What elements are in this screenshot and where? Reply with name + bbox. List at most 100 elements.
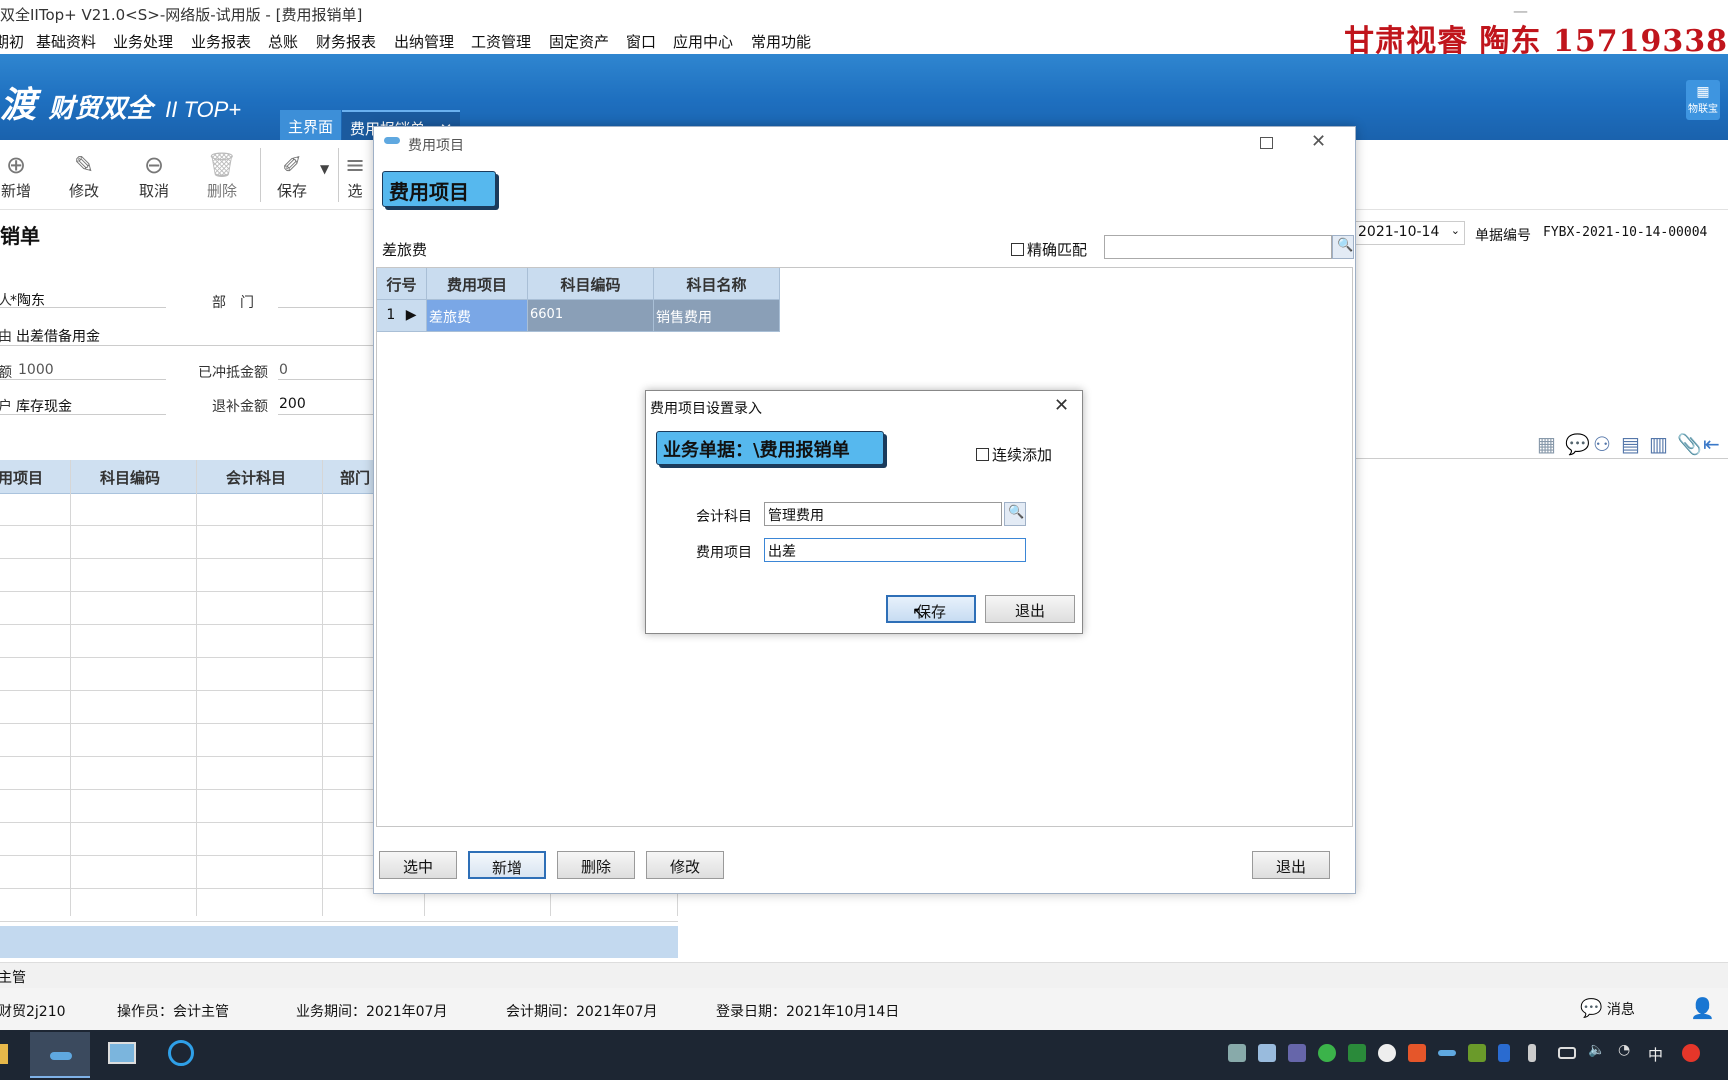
field-underline <box>278 414 373 415</box>
search-icon: 🔍 <box>1337 238 1354 253</box>
add-item-button[interactable]: 新增 <box>468 851 546 879</box>
item-input[interactable]: 出差 <box>764 538 1026 562</box>
toolbar-separator <box>338 148 339 202</box>
delete-label: 删除 <box>206 182 237 200</box>
menu-item-basic-data[interactable]: 基础资料 <box>36 31 96 52</box>
message-label: 消息 <box>1606 1002 1635 1018</box>
menu-item-fixed-assets[interactable]: 固定资产 <box>549 31 609 52</box>
menu-item-common[interactable]: 常用功能 <box>751 31 811 52</box>
table-row[interactable] <box>0 890 678 922</box>
menu-item-payroll[interactable]: 工资管理 <box>471 31 531 52</box>
iot-button[interactable]: ▦ 物联宝 <box>1686 80 1720 120</box>
qq-icon[interactable] <box>1378 1044 1396 1062</box>
status-login-date: 登录日期：2021年10月14日 <box>716 1004 900 1020</box>
tray-icon[interactable] <box>1288 1044 1306 1062</box>
tray-icon[interactable] <box>1258 1044 1276 1062</box>
exit-button[interactable]: 退出 <box>985 595 1075 623</box>
menu-item-business-report[interactable]: 业务报表 <box>191 31 251 52</box>
chevron-down-icon[interactable]: ▼ <box>320 162 329 176</box>
menu-item-ledger[interactable]: 总账 <box>268 31 298 52</box>
save-button[interactable]: ✐ 保存 <box>262 150 322 201</box>
taskbar-app-active[interactable] <box>30 1032 90 1078</box>
taskbar-folder-icon[interactable] <box>0 1044 8 1064</box>
search-button[interactable]: 🔍 <box>1332 235 1354 259</box>
wifi-icon[interactable]: ◔ <box>1618 1042 1636 1060</box>
attachment-icon[interactable]: 📎 <box>1677 432 1702 456</box>
edit-button[interactable]: ✎ 修改 <box>54 150 114 201</box>
tray-icon[interactable] <box>1408 1044 1426 1062</box>
tray-icon[interactable] <box>1348 1044 1366 1062</box>
col-header-code: 科目编码 <box>100 469 161 487</box>
status-bar-top: 主管 <box>0 962 1728 988</box>
account-search-button[interactable]: 🔍 <box>1004 502 1026 526</box>
reason-value[interactable]: 出差借备用金 <box>16 326 100 346</box>
exit-button[interactable]: 退出 <box>1252 851 1330 879</box>
expense-item-header-button: 费用项目 <box>382 171 496 207</box>
col-divider <box>70 460 71 916</box>
bluetooth-icon[interactable] <box>1498 1044 1510 1062</box>
save-button[interactable]: 保存 <box>886 595 976 623</box>
microphone-icon[interactable] <box>1528 1044 1536 1062</box>
menu-item-opening[interactable]: 期初 <box>0 31 24 52</box>
amount-value[interactable]: 1000 <box>18 362 54 378</box>
volume-icon[interactable]: 🔈 <box>1588 1042 1606 1060</box>
col-header-code: 科目编码 <box>528 268 654 300</box>
menu-item-window[interactable]: 窗口 <box>626 31 656 52</box>
menu-item-app-center[interactable]: 应用中心 <box>673 31 733 52</box>
item-label: 费用项目 <box>696 545 752 561</box>
search-input[interactable] <box>1104 235 1332 259</box>
select-button[interactable]: 选中 <box>379 851 457 879</box>
taskbar-search-icon[interactable] <box>168 1040 194 1066</box>
exact-match-checkbox[interactable]: 精确匹配 <box>1011 239 1087 260</box>
form-title: 销单 <box>0 224 40 248</box>
tray-icon[interactable] <box>1228 1044 1246 1062</box>
grid-icon[interactable]: ▦ <box>1537 432 1556 456</box>
toolbar-separator <box>260 148 261 202</box>
calculator-icon[interactable]: ▤ <box>1621 432 1640 456</box>
close-icon[interactable]: ✕ <box>1054 395 1069 416</box>
table-icon[interactable]: ▥ <box>1649 432 1668 456</box>
nvidia-icon[interactable] <box>1468 1044 1486 1062</box>
menu-item-finance-report[interactable]: 财务报表 <box>316 31 376 52</box>
add-button[interactable]: ⊕ 新增 <box>0 150 46 201</box>
tab-home[interactable]: 主界面 <box>280 110 342 140</box>
edit-item-button[interactable]: 修改 <box>646 851 724 879</box>
taskbar: 🔈 ◔ 中 <box>0 1030 1728 1080</box>
taskbar-image-viewer-icon[interactable] <box>108 1042 136 1064</box>
maximize-icon[interactable] <box>1260 137 1273 149</box>
col-header-account: 会计科目 <box>226 469 287 487</box>
refund-value: 200 <box>279 396 306 412</box>
cell-name[interactable]: 销售费用 <box>654 300 780 332</box>
wechat-icon[interactable] <box>1318 1044 1336 1062</box>
continuous-add-label: 连续添加 <box>992 446 1053 464</box>
cancel-button[interactable]: ⊖ 取消 <box>124 150 184 201</box>
org-icon[interactable]: ⚇ <box>1593 432 1611 456</box>
menu-item-cashier[interactable]: 出纳管理 <box>394 31 454 52</box>
delete-item-button[interactable]: 删除 <box>557 851 635 879</box>
dialog-title: 费用项目 <box>408 138 464 154</box>
minus-circle-icon: ⊖ <box>143 151 165 179</box>
date-select[interactable]: 2021-10-14 ⌄ <box>1355 221 1465 245</box>
checkbox-box <box>1011 243 1024 256</box>
first-page-icon[interactable]: ⇤ <box>1703 432 1720 456</box>
comment-icon[interactable]: 💬 <box>1565 432 1590 456</box>
continuous-add-checkbox[interactable]: 连续添加 <box>976 444 1052 465</box>
account-value[interactable]: 库存现金 <box>16 396 72 416</box>
app-icon <box>384 137 400 144</box>
user-icon[interactable]: 👤 <box>1690 996 1715 1020</box>
delete-button[interactable]: 🗑 删除 <box>192 150 252 201</box>
sogou-icon[interactable] <box>1682 1044 1700 1062</box>
menu-item-business[interactable]: 业务处理 <box>113 31 173 52</box>
message-button[interactable]: 💬 消息 <box>1580 998 1635 1019</box>
row-number: 1 ▶ <box>377 300 427 332</box>
more-button[interactable]: ≡ 选 <box>340 150 370 201</box>
close-icon[interactable]: ✕ <box>1311 131 1326 152</box>
ime-indicator[interactable]: 中 <box>1648 1044 1663 1065</box>
battery-icon[interactable] <box>1558 1047 1576 1059</box>
more-label: 选 <box>347 182 363 200</box>
cell-code[interactable]: 6601 <box>528 300 654 332</box>
tray-icon[interactable] <box>1438 1050 1456 1056</box>
col-divider <box>322 460 323 916</box>
cell-item[interactable]: 差旅费 <box>427 300 528 332</box>
account-input[interactable]: 管理费用 <box>764 502 1002 526</box>
